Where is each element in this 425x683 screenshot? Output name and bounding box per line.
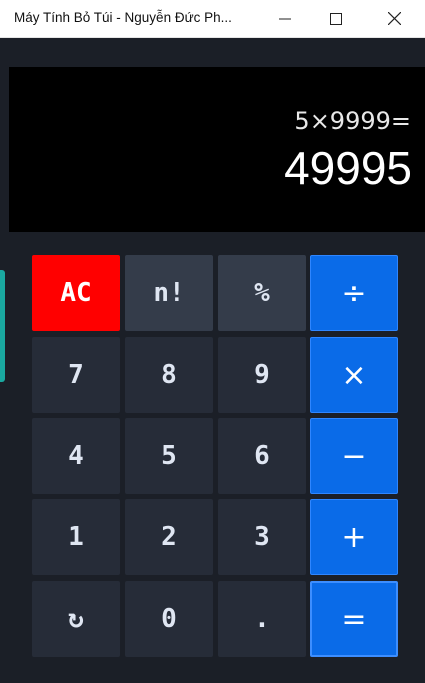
digit-2-button[interactable]: 2 xyxy=(125,499,213,575)
expression-text: 5×9999= xyxy=(294,107,411,135)
background-window-edge xyxy=(0,270,5,382)
minimize-icon xyxy=(279,18,291,19)
subtract-button[interactable]: − xyxy=(310,418,398,494)
close-button[interactable] xyxy=(366,0,422,37)
window-title: Máy Tính Bỏ Túi - Nguyễn Đức Ph... xyxy=(14,10,232,25)
digit-0-button[interactable]: 0 xyxy=(125,581,213,657)
equals-button[interactable]: = xyxy=(310,581,398,657)
maximize-button[interactable] xyxy=(308,0,364,37)
undo-button[interactable]: ↻ xyxy=(32,581,120,657)
result-text: 49995 xyxy=(284,142,412,194)
calculator-window: Máy Tính Bỏ Túi - Nguyễn Đức Ph... 5×999… xyxy=(0,0,425,683)
digit-3-button[interactable]: 3 xyxy=(218,499,306,575)
maximize-icon xyxy=(330,12,342,25)
factorial-button[interactable]: n! xyxy=(125,255,213,331)
digit-1-button[interactable]: 1 xyxy=(32,499,120,575)
decimal-point-button[interactable]: . xyxy=(218,581,306,657)
add-button[interactable]: + xyxy=(310,499,398,575)
digit-6-button[interactable]: 6 xyxy=(218,418,306,494)
digit-4-button[interactable]: 4 xyxy=(32,418,120,494)
clear-button[interactable]: AC xyxy=(32,255,120,331)
minimize-button[interactable] xyxy=(257,0,313,37)
percent-button[interactable]: % xyxy=(218,255,306,331)
digit-7-button[interactable]: 7 xyxy=(32,337,120,413)
calculator-display: 5×9999= 49995 xyxy=(9,67,425,232)
close-icon xyxy=(387,12,401,25)
divide-button[interactable]: ÷ xyxy=(310,255,398,331)
digit-5-button[interactable]: 5 xyxy=(125,418,213,494)
title-bar: Máy Tính Bỏ Túi - Nguyễn Đức Ph... xyxy=(0,0,425,38)
multiply-button[interactable]: × xyxy=(310,337,398,413)
digit-9-button[interactable]: 9 xyxy=(218,337,306,413)
digit-8-button[interactable]: 8 xyxy=(125,337,213,413)
